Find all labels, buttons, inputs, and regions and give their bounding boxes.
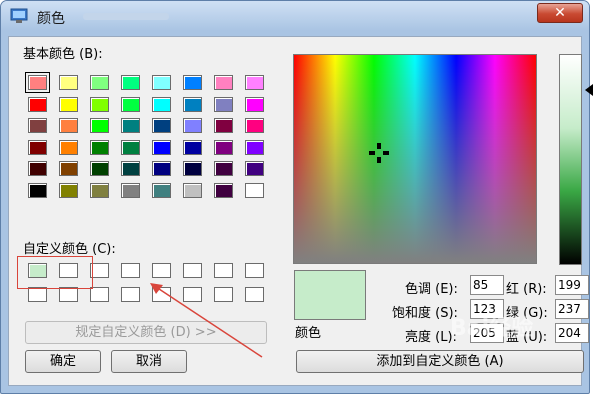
basic-color-swatch-2-4[interactable] — [152, 118, 171, 133]
basic-color-swatch-4-3[interactable] — [121, 161, 140, 176]
custom-color-swatch-0-6[interactable] — [214, 263, 233, 278]
close-button[interactable]: ✕ — [537, 3, 583, 23]
define-custom-colors-button[interactable]: 规定自定义颜色 (D) >> — [25, 321, 267, 344]
basic-color-swatch-2-2[interactable] — [90, 118, 109, 133]
custom-color-swatch-1-2[interactable] — [90, 287, 109, 302]
custom-color-swatch-0-4[interactable] — [152, 263, 171, 278]
custom-color-swatch-1-3[interactable] — [121, 287, 140, 302]
watermark: Bai经验 — [450, 316, 534, 341]
basic-color-swatch-0-6[interactable] — [214, 75, 233, 90]
ok-button[interactable]: 确定 — [25, 350, 101, 373]
basic-color-swatch-4-5[interactable] — [183, 161, 202, 176]
basic-color-swatch-4-4[interactable] — [152, 161, 171, 176]
basic-color-swatch-3-3[interactable] — [121, 139, 140, 155]
basic-color-swatch-0-1[interactable] — [59, 75, 78, 90]
basic-color-swatch-0-0[interactable] — [25, 72, 50, 93]
basic-color-swatch-3-2[interactable] — [90, 139, 109, 155]
basic-color-swatch-1-4[interactable] — [152, 96, 171, 112]
red-field[interactable]: 199 — [555, 275, 589, 295]
red-label: 红 (R): — [506, 282, 547, 297]
cancel-button[interactable]: 取消 — [111, 350, 187, 373]
custom-color-swatch-1-4[interactable] — [152, 287, 171, 302]
basic-color-swatch-0-4[interactable] — [152, 75, 171, 90]
basic-color-swatch-3-7[interactable] — [245, 139, 264, 155]
add-to-custom-colors-button[interactable]: 添加到自定义颜色 (A) — [296, 350, 584, 373]
custom-color-swatch-1-0[interactable] — [28, 287, 47, 302]
custom-color-swatch-0-7[interactable] — [245, 263, 264, 278]
custom-color-swatch-1-6[interactable] — [214, 287, 233, 302]
basic-color-swatch-1-3[interactable] — [121, 96, 140, 112]
window-title: 颜色 — [37, 11, 65, 27]
custom-color-swatch-1-7[interactable] — [245, 287, 264, 302]
preview-label: 颜色 — [295, 326, 322, 341]
basic-color-swatch-0-3[interactable] — [121, 75, 140, 90]
green-field[interactable]: 237 — [555, 299, 589, 319]
color-spectrum[interactable] — [293, 54, 537, 264]
basic-color-swatch-2-6[interactable] — [214, 118, 233, 133]
custom-color-swatch-1-5[interactable] — [183, 287, 202, 302]
basic-color-swatch-5-2[interactable] — [90, 182, 109, 198]
basic-color-swatch-5-6[interactable] — [214, 182, 233, 198]
crosshair-icon — [369, 143, 389, 163]
basic-color-swatch-5-5[interactable] — [183, 182, 202, 198]
title-blur — [83, 13, 169, 20]
basic-color-swatch-5-3[interactable] — [121, 182, 140, 198]
basic-color-swatch-2-1[interactable] — [59, 118, 78, 133]
basic-color-swatch-3-5[interactable] — [183, 139, 202, 155]
basic-color-swatch-1-7[interactable] — [245, 96, 264, 112]
hue-field[interactable]: 85 — [470, 275, 504, 295]
basic-color-swatch-5-7[interactable] — [245, 182, 264, 198]
basic-color-swatch-5-4[interactable] — [152, 182, 171, 198]
hue-label: 色调 (E): — [405, 282, 458, 297]
annotation-highlight-box — [17, 256, 93, 289]
basic-color-swatch-5-0[interactable] — [28, 182, 47, 198]
basic-color-swatch-4-2[interactable] — [90, 161, 109, 176]
basic-color-swatch-3-4[interactable] — [152, 139, 171, 155]
custom-colors-label: 自定义颜色 (C): — [23, 242, 116, 257]
color-preview — [294, 270, 366, 320]
luminance-bar[interactable] — [559, 54, 582, 265]
custom-color-swatch-0-3[interactable] — [121, 263, 140, 278]
spectrum-saturation-layer — [294, 55, 536, 263]
title-bar[interactable]: 颜色 ✕ — [1, 1, 589, 31]
blue-field[interactable]: 204 — [555, 323, 589, 343]
basic-color-swatch-3-1[interactable] — [59, 139, 78, 155]
luminance-arrow-icon[interactable] — [585, 84, 593, 96]
saturation-label: 饱和度 (S): — [392, 306, 458, 321]
basic-color-swatch-1-1[interactable] — [59, 96, 78, 112]
basic-color-swatch-2-0[interactable] — [28, 118, 47, 133]
basic-color-swatch-2-7[interactable] — [245, 118, 264, 133]
basic-color-swatch-1-2[interactable] — [90, 96, 109, 112]
custom-color-swatch-0-5[interactable] — [183, 263, 202, 278]
basic-color-swatch-0-7[interactable] — [245, 75, 264, 90]
basic-color-swatch-2-5[interactable] — [183, 118, 202, 133]
app-icon — [10, 8, 28, 23]
basic-color-swatch-4-6[interactable] — [214, 161, 233, 176]
basic-color-swatch-5-1[interactable] — [59, 182, 78, 198]
basic-color-swatch-2-3[interactable] — [121, 118, 140, 133]
basic-color-swatch-4-1[interactable] — [59, 161, 78, 176]
custom-color-swatch-1-1[interactable] — [59, 287, 78, 302]
basic-color-swatch-4-0[interactable] — [28, 161, 47, 176]
basic-color-swatch-1-0[interactable] — [28, 96, 47, 112]
basic-color-swatch-0-5[interactable] — [183, 75, 202, 90]
basic-color-swatch-4-7[interactable] — [245, 161, 264, 176]
basic-colors-label: 基本颜色 (B): — [23, 47, 103, 62]
basic-color-swatch-1-5[interactable] — [183, 96, 202, 112]
basic-color-swatch-1-6[interactable] — [214, 96, 233, 112]
basic-color-swatch-3-0[interactable] — [28, 139, 47, 155]
basic-color-swatch-3-6[interactable] — [214, 139, 233, 155]
basic-color-swatch-0-2[interactable] — [90, 75, 109, 90]
